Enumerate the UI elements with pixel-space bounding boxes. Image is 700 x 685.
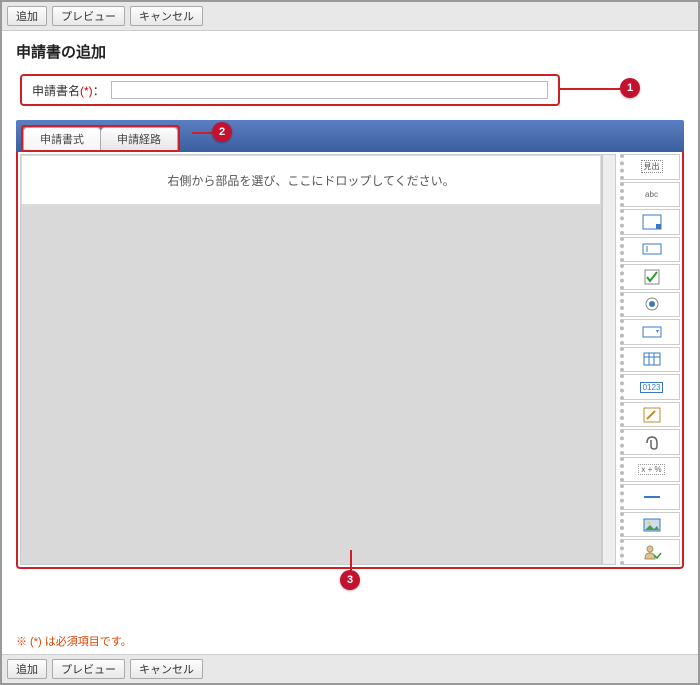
required-mark: (*) bbox=[80, 84, 93, 98]
drop-hint: 右側から部品を選び、ここにドロップしてください。 bbox=[21, 155, 601, 205]
user-icon bbox=[642, 544, 662, 560]
palette-user[interactable] bbox=[620, 539, 680, 565]
tab-bar: 申請書式 申請経路 2 bbox=[16, 120, 684, 152]
tab-form[interactable]: 申請書式 bbox=[23, 127, 101, 150]
preview-button[interactable]: プレビュー bbox=[52, 6, 125, 26]
canvas-scrollbar[interactable] bbox=[602, 154, 616, 565]
bottom-toolbar: 追加 プレビュー キャンセル bbox=[2, 654, 698, 683]
name-row: 申請書名(*)： 1 bbox=[20, 74, 680, 106]
palette-radio[interactable] bbox=[620, 292, 680, 318]
clip-icon bbox=[642, 434, 662, 450]
palette-dropdown[interactable] bbox=[620, 319, 680, 345]
number-icon: 0123 bbox=[640, 382, 664, 393]
image-icon bbox=[642, 517, 662, 533]
callout-1-line bbox=[560, 88, 620, 90]
textbox-icon bbox=[642, 241, 662, 257]
palette-image[interactable] bbox=[620, 512, 680, 538]
cancel-button-bottom[interactable]: キャンセル bbox=[130, 659, 203, 679]
callout-2-line bbox=[192, 132, 212, 134]
drop-canvas[interactable]: 右側から部品を選び、ここにドロップしてください。 bbox=[20, 154, 602, 565]
name-label: 申請書名(*)： bbox=[32, 82, 105, 99]
palette-textarea[interactable] bbox=[620, 209, 680, 235]
colon: ： bbox=[93, 84, 105, 98]
palette-heading[interactable]: 見出 bbox=[620, 154, 680, 180]
palette-attachment[interactable] bbox=[620, 429, 680, 455]
richtext-icon bbox=[642, 407, 662, 423]
heading-icon: 見出 bbox=[641, 160, 663, 173]
name-label-text: 申請書名 bbox=[32, 84, 80, 98]
textarea-icon bbox=[642, 214, 662, 230]
checkbox-icon bbox=[642, 269, 662, 285]
palette-separator[interactable] bbox=[620, 484, 680, 510]
separator-icon bbox=[642, 489, 662, 505]
cancel-button[interactable]: キャンセル bbox=[130, 6, 203, 26]
palette-checkbox[interactable] bbox=[620, 264, 680, 290]
name-field-group: 申請書名(*)： bbox=[20, 74, 560, 106]
radio-icon bbox=[642, 296, 662, 312]
tab-route[interactable]: 申請経路 bbox=[101, 127, 178, 150]
callout-1-badge: 1 bbox=[620, 78, 640, 98]
preview-button-bottom[interactable]: プレビュー bbox=[52, 659, 125, 679]
form-canvas-region: 右側から部品を選び、ここにドロップしてください。 見出 abc bbox=[16, 152, 684, 569]
callout-3-line bbox=[350, 550, 352, 572]
callout-2-badge: 2 bbox=[212, 122, 232, 142]
page-title: 申請書の追加 bbox=[2, 31, 698, 68]
palette-richtext[interactable] bbox=[620, 402, 680, 428]
application-name-input[interactable] bbox=[111, 81, 548, 99]
palette-textbox[interactable] bbox=[620, 237, 680, 263]
palette-date[interactable] bbox=[620, 347, 680, 373]
palette-calc[interactable]: x + % bbox=[620, 457, 680, 483]
label-icon: abc bbox=[645, 190, 658, 199]
calendar-icon bbox=[642, 351, 662, 367]
top-toolbar: 追加 プレビュー キャンセル bbox=[2, 2, 698, 31]
calc-icon: x + % bbox=[638, 464, 664, 475]
component-palette: 見出 abc 012 bbox=[620, 154, 680, 565]
add-button[interactable]: 追加 bbox=[7, 6, 47, 26]
required-note: ※ (*) は必須項目です。 bbox=[16, 633, 132, 649]
tabs-highlight: 申請書式 申請経路 bbox=[21, 125, 180, 152]
add-button-bottom[interactable]: 追加 bbox=[7, 659, 47, 679]
callout-3-badge: 3 bbox=[340, 570, 360, 590]
dropdown-icon bbox=[642, 324, 662, 340]
palette-number[interactable]: 0123 bbox=[620, 374, 680, 400]
palette-label[interactable]: abc bbox=[620, 182, 680, 208]
